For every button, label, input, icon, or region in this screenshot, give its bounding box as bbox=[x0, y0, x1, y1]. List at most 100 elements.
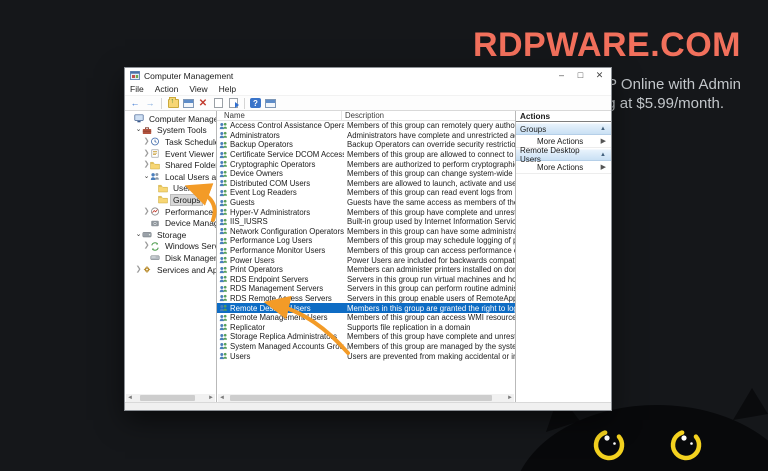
column-header-description[interactable]: Description bbox=[342, 111, 515, 120]
scroll-track[interactable] bbox=[226, 394, 506, 402]
titlebar[interactable]: Computer Management – □ ✕ bbox=[125, 68, 611, 83]
delete-icon[interactable]: ✕ bbox=[197, 98, 209, 109]
group-row-administrators[interactable]: Administrators Administrators have comple… bbox=[217, 131, 515, 141]
menu-file[interactable]: File bbox=[130, 84, 144, 94]
tree-item-system-tools[interactable]: ⌄ System Tools bbox=[125, 125, 216, 137]
tree-item-groups[interactable]: Groups bbox=[125, 193, 216, 206]
scroll-right-icon[interactable]: ► bbox=[506, 394, 514, 402]
menu-help[interactable]: Help bbox=[219, 84, 236, 94]
group-row-performance-log-users[interactable]: Performance Log Users Members of this gro… bbox=[217, 236, 515, 246]
group-row-cryptographic-operators[interactable]: Cryptographic Operators Members are autho… bbox=[217, 159, 515, 169]
group-name: Performance Log Users bbox=[230, 236, 313, 246]
help-icon[interactable]: ? bbox=[250, 98, 261, 108]
group-row-device-owners[interactable]: Device Owners Members of this group can c… bbox=[217, 169, 515, 179]
chevron-right-icon[interactable]: ❯ bbox=[143, 150, 150, 158]
tree-item-local-users-and-groups[interactable]: ⌄ Local Users and Groups bbox=[125, 171, 216, 183]
group-row-rds-endpoint-servers[interactable]: RDS Endpoint Servers Servers in this grou… bbox=[217, 275, 515, 285]
tree-item-shared-folders[interactable]: ❯ Shared Folders bbox=[125, 159, 216, 171]
minimize-button[interactable]: – bbox=[552, 69, 571, 82]
actions-section-remote-desktop-users[interactable]: Remote Desktop Users ▲ bbox=[516, 146, 611, 164]
group-description: Members of this group are allowed to con… bbox=[347, 150, 515, 160]
tree-item-services-and-applications[interactable]: ❯ Services and Applications bbox=[125, 264, 216, 276]
console-window-icon[interactable] bbox=[182, 98, 194, 109]
back-icon[interactable]: ← bbox=[129, 98, 141, 109]
tree-item-disk-management[interactable]: Disk Management bbox=[125, 252, 216, 264]
chevron-right-icon[interactable]: ❯ bbox=[143, 242, 150, 250]
group-row-iis-iusrs[interactable]: IIS_IUSRS Built-in group used by Internet… bbox=[217, 217, 515, 227]
group-row-rds-management-servers[interactable]: RDS Management Servers Servers in this gr… bbox=[217, 284, 515, 294]
actions-section-groups[interactable]: Groups ▲ bbox=[516, 123, 611, 135]
group-name: Users bbox=[230, 351, 251, 361]
collapse-icon[interactable]: ▲ bbox=[600, 152, 606, 158]
group-name: Event Log Readers bbox=[230, 188, 297, 198]
up-folder-icon[interactable] bbox=[167, 96, 179, 109]
group-name: Access Control Assistance Operators bbox=[230, 121, 344, 131]
scroll-left-icon[interactable]: ◄ bbox=[126, 394, 134, 402]
forward-icon[interactable]: → bbox=[144, 98, 156, 109]
tree-item-task-scheduler[interactable]: ❯ Task Scheduler bbox=[125, 136, 216, 148]
list-doc-icon[interactable] bbox=[212, 98, 224, 109]
maximize-button[interactable]: □ bbox=[571, 69, 590, 82]
show-window-icon[interactable] bbox=[264, 98, 276, 109]
scroll-track[interactable] bbox=[134, 394, 207, 402]
group-row-network-configuration-operators[interactable]: Network Configuration Operators Members i… bbox=[217, 227, 515, 237]
group-row-print-operators[interactable]: Print Operators Members can administer pr… bbox=[217, 265, 515, 275]
tree-item-performance[interactable]: ❯ Performance bbox=[125, 206, 216, 218]
group-row-remote-management-users[interactable]: Remote Management Users Members of this g… bbox=[217, 313, 515, 323]
menu-action[interactable]: Action bbox=[155, 84, 179, 94]
list-horizontal-scrollbar[interactable]: ◄ ► bbox=[218, 394, 514, 402]
chevron-down-icon[interactable]: ⌄ bbox=[135, 231, 142, 239]
group-description: Administrators have complete and unrestr… bbox=[347, 130, 515, 140]
group-row-rds-remote-access-servers[interactable]: RDS Remote Access Servers Servers in this… bbox=[217, 294, 515, 304]
tree-item-users[interactable]: Users bbox=[125, 183, 216, 195]
group-row-storage-replica-administrators[interactable]: Storage Replica Administrators Members of… bbox=[217, 332, 515, 342]
group-description: Servers in this group can perform routin… bbox=[347, 284, 515, 294]
tree-item-windows-server-backup[interactable]: ❯ Windows Server Backup bbox=[125, 241, 216, 253]
tree-item-device-manager[interactable]: Device Manager bbox=[125, 217, 216, 229]
chevron-right-icon[interactable]: ❯ bbox=[143, 208, 150, 216]
group-row-distributed-com-users[interactable]: Distributed COM Users Members are allowed… bbox=[217, 179, 515, 189]
scroll-thumb[interactable] bbox=[230, 395, 492, 401]
group-icon bbox=[219, 208, 228, 216]
tree-item-label: Users bbox=[173, 183, 195, 194]
tree-item-storage[interactable]: ⌄ Storage bbox=[125, 229, 216, 241]
promo-line-2: g at $5.99/month. bbox=[607, 95, 724, 112]
group-row-performance-monitor-users[interactable]: Performance Monitor Users Members of this… bbox=[217, 246, 515, 256]
group-row-guests[interactable]: Guests Guests have the same access as mem… bbox=[217, 198, 515, 208]
list-header: Name Description bbox=[217, 111, 515, 121]
scroll-left-icon[interactable]: ◄ bbox=[218, 394, 226, 402]
export-doc-icon[interactable] bbox=[227, 98, 239, 109]
group-description: Members of this group can remotely query… bbox=[347, 121, 515, 131]
group-row-remote-desktop-users[interactable]: Remote Desktop Users Members in this grou… bbox=[217, 303, 515, 313]
group-row-access-control-assistance-operators[interactable]: Access Control Assistance OperatorsMembe… bbox=[217, 121, 515, 131]
chevron-down-icon[interactable]: ⌄ bbox=[135, 126, 142, 134]
tree-horizontal-scrollbar[interactable]: ◄ ► bbox=[126, 394, 215, 402]
group-row-system-managed-accounts-group[interactable]: System Managed Accounts Group Members of … bbox=[217, 342, 515, 352]
chevron-down-icon[interactable]: ⌄ bbox=[143, 173, 150, 181]
more-actions-label: More Actions bbox=[537, 136, 584, 146]
tree-item-computer-management-local[interactable]: Computer Management (Local bbox=[125, 113, 216, 125]
group-row-users[interactable]: Users Users are prevented from making acc… bbox=[217, 351, 515, 361]
chevron-right-icon[interactable]: ❯ bbox=[143, 138, 150, 146]
close-button[interactable]: ✕ bbox=[590, 69, 609, 82]
folder-icon bbox=[150, 161, 161, 170]
group-name: Network Configuration Operators bbox=[230, 226, 344, 236]
group-row-backup-operators[interactable]: Backup Operators Backup Operators can ove… bbox=[217, 140, 515, 150]
menu-view[interactable]: View bbox=[189, 84, 207, 94]
collapse-icon[interactable]: ▲ bbox=[600, 126, 606, 132]
group-row-event-log-readers[interactable]: Event Log Readers Members of this group c… bbox=[217, 188, 515, 198]
scroll-right-icon[interactable]: ► bbox=[207, 394, 215, 402]
chevron-right-icon[interactable]: ❯ bbox=[135, 266, 142, 274]
group-row-hyper-v-administrators[interactable]: Hyper-V Administrators Members of this gr… bbox=[217, 207, 515, 217]
group-row-replicator[interactable]: Replicator Supports file replication in a… bbox=[217, 322, 515, 332]
chevron-right-icon[interactable]: ❯ bbox=[143, 161, 150, 169]
group-row-certificate-service-dcom-access[interactable]: Certificate Service DCOM Access Members o… bbox=[217, 150, 515, 160]
column-header-name[interactable]: Name bbox=[217, 111, 342, 120]
tree-item-label: Task Scheduler bbox=[165, 136, 217, 147]
group-icon bbox=[219, 342, 228, 350]
group-row-power-users[interactable]: Power Users Power Users are included for … bbox=[217, 255, 515, 265]
tree-item-event-viewer[interactable]: ❯ Event Viewer bbox=[125, 148, 216, 160]
console-tree-pane: Computer Management (Local⌄System Tools❯… bbox=[125, 111, 217, 402]
scroll-thumb[interactable] bbox=[140, 395, 195, 401]
group-description: Members of this group are managed by the… bbox=[347, 341, 515, 351]
